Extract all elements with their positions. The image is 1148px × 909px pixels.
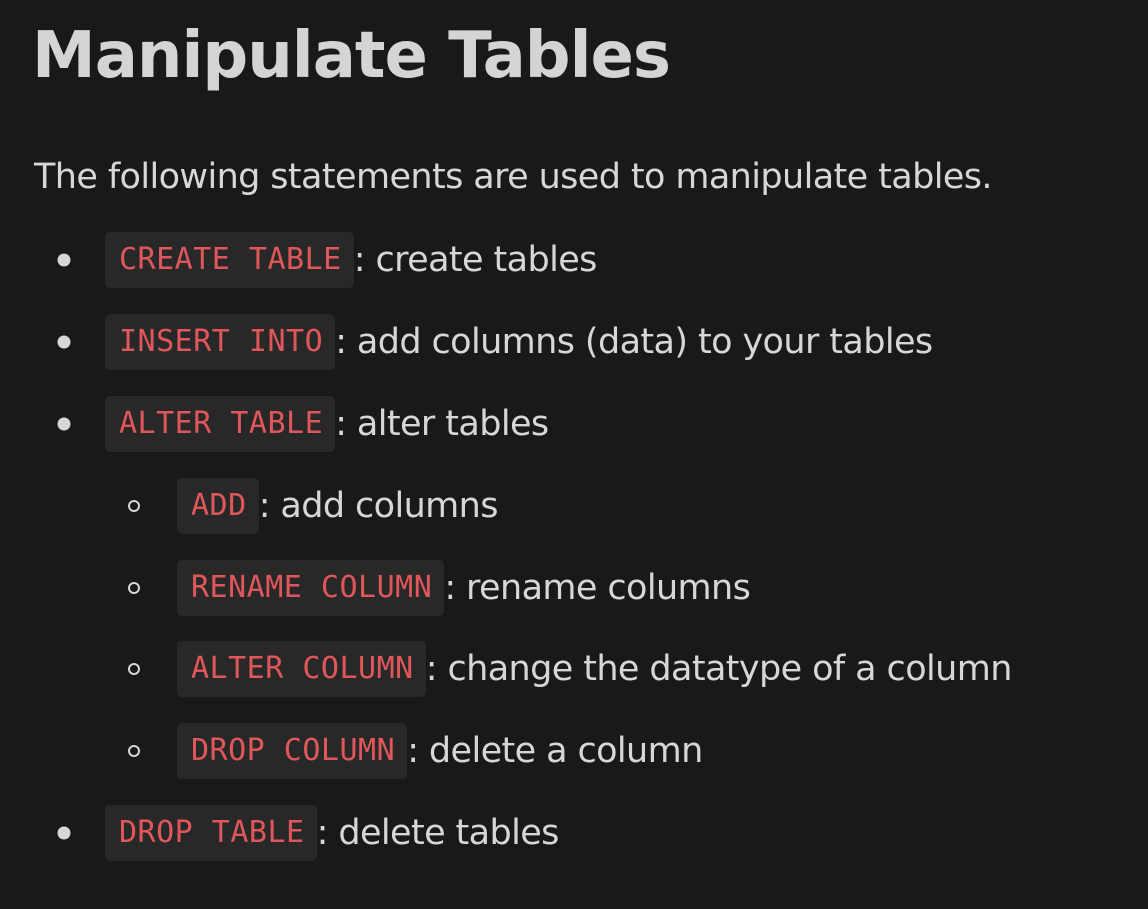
bullet-circle-icon	[128, 745, 140, 757]
bullet-disc-icon	[57, 826, 71, 840]
item-description: : add columns (data) to your tables	[335, 322, 933, 362]
inline-code: INSERT INTO	[105, 314, 336, 370]
item-description: : create tables	[353, 240, 598, 280]
sublist-item-drop-column: DROP COLUMN : delete a column	[128, 723, 703, 779]
sublist-item-alter-column: ALTER COLUMN : change the datatype of a …	[128, 641, 1013, 697]
bullet-disc-icon	[57, 417, 71, 431]
sublist-item-add: ADD : add columns	[128, 478, 499, 534]
list-item-drop-table: DROP TABLE : delete tables	[57, 805, 560, 861]
list-item-create-table: CREATE TABLE : create tables	[57, 232, 598, 288]
item-description: : rename columns	[444, 568, 751, 608]
sublist-item-rename-column: RENAME COLUMN : rename columns	[128, 560, 751, 616]
inline-code: RENAME COLUMN	[177, 560, 445, 616]
bullet-disc-icon	[57, 335, 71, 349]
item-description: : alter tables	[335, 404, 549, 444]
item-description: : delete a column	[407, 731, 703, 771]
page-title: Manipulate Tables	[32, 19, 671, 93]
bullet-disc-icon	[57, 253, 71, 267]
document-page: Manipulate Tables The following statemen…	[0, 0, 1148, 909]
bullet-circle-icon	[128, 582, 140, 594]
inline-code: ALTER TABLE	[105, 396, 336, 452]
inline-code: ADD	[177, 478, 259, 534]
inline-code: ALTER COLUMN	[177, 641, 426, 697]
list-item-alter-table: ALTER TABLE : alter tables	[57, 396, 549, 452]
item-description: : add columns	[258, 486, 499, 526]
inline-code: DROP TABLE	[105, 805, 317, 861]
inline-code: CREATE TABLE	[105, 232, 354, 288]
bullet-circle-icon	[128, 500, 140, 512]
intro-paragraph: The following statements are used to man…	[34, 157, 993, 197]
bullet-circle-icon	[128, 663, 140, 675]
item-description: : delete tables	[316, 813, 560, 853]
list-item-insert-into: INSERT INTO : add columns (data) to your…	[57, 314, 933, 370]
inline-code: DROP COLUMN	[177, 723, 408, 779]
item-description: : change the datatype of a column	[425, 649, 1013, 689]
